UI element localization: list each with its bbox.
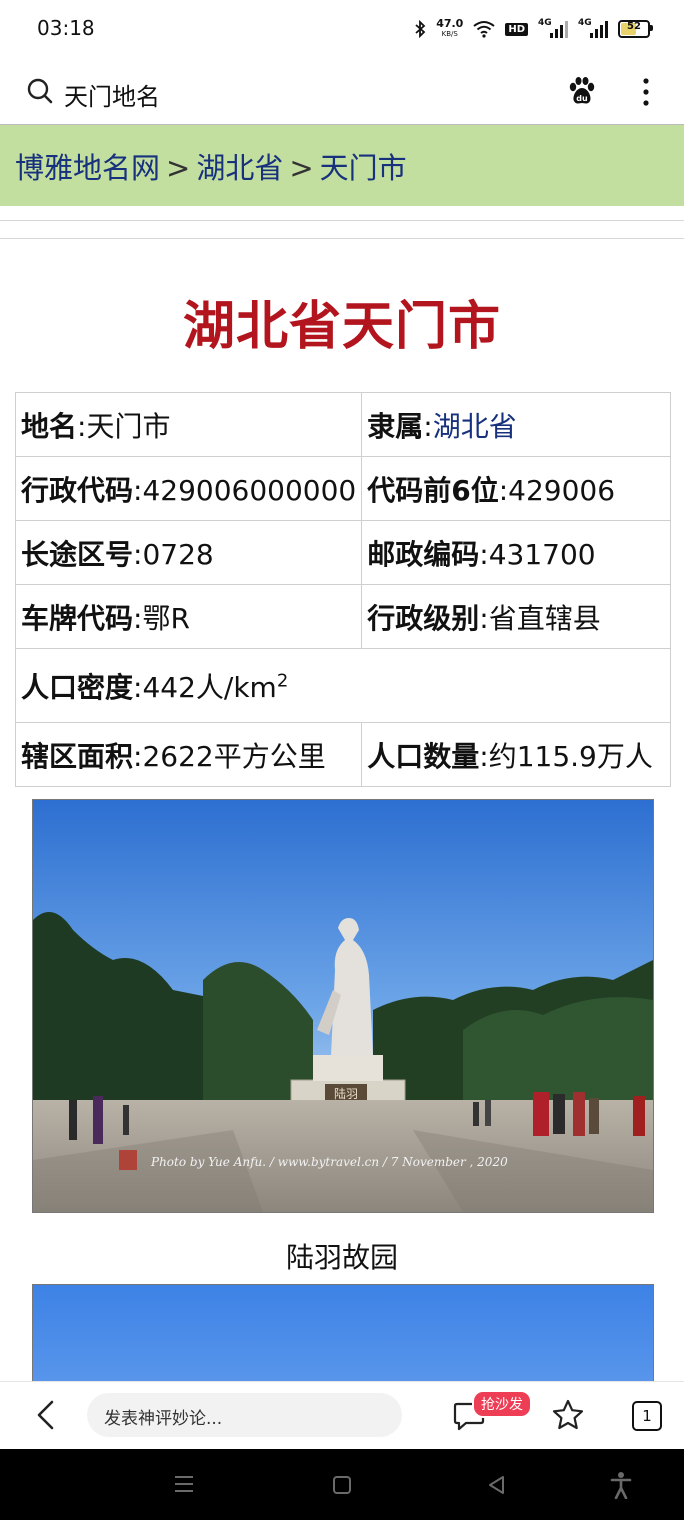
field-label: 地名: [21, 409, 78, 443]
table-cell: 代码前6位:429006: [361, 456, 671, 521]
field-value: 约115.9万人: [488, 739, 653, 773]
breadcrumb-separator: >: [166, 151, 191, 185]
table-row: 行政代码:429006000000 代码前6位:429006: [14, 456, 671, 521]
accessibility-icon[interactable]: [610, 1471, 632, 1499]
more-icon[interactable]: [636, 76, 656, 108]
field-value: 0728: [142, 537, 214, 571]
table-row: 地名:天门市 隶属:湖北省: [14, 392, 671, 457]
back-icon[interactable]: [30, 1398, 64, 1432]
field-label: 车牌代码: [21, 601, 134, 635]
field-label: 代码前6位: [367, 473, 499, 507]
star-icon[interactable]: [551, 1398, 585, 1432]
field-label: 邮政编码: [367, 537, 480, 571]
breadcrumb: 博雅地名网 > 湖北省 > 天门市: [15, 145, 407, 187]
back-nav-icon[interactable]: [487, 1475, 507, 1495]
table-cell: 隶属:湖北省: [361, 392, 671, 457]
table-row: 车牌代码:鄂R 行政级别:省直辖县: [14, 584, 671, 649]
breadcrumb-separator: >: [289, 151, 314, 185]
signal-icon: 4G: [578, 18, 608, 38]
search-icon[interactable]: [27, 78, 53, 104]
info-table: 地名:天门市 隶属:湖北省 行政代码:429006000000 代码前6位:42…: [14, 392, 671, 787]
status-time: 03:18: [37, 16, 95, 40]
field-value: 429006: [508, 473, 616, 507]
divider: [0, 238, 684, 239]
signal-icon: 4G: [538, 18, 568, 38]
field-value: 鄂R: [142, 601, 190, 635]
photo-lu-yu-garden[interactable]: 陆羽 Photo by Yue Anfu. / www.bytravel.cn …: [32, 799, 654, 1213]
table-cell: 人口密度:442人/km2: [15, 648, 671, 723]
table-cell: 地名:天门市: [14, 392, 363, 457]
photo-caption: 陆羽故园: [285, 1241, 398, 1274]
breadcrumb-link-province[interactable]: 湖北省: [196, 151, 283, 185]
table-cell: 车牌代码:鄂R: [14, 584, 363, 649]
breadcrumb-link-city[interactable]: 天门市: [320, 151, 407, 185]
page-title: 湖北省天门市: [182, 297, 501, 357]
search-query[interactable]: 天门地名: [64, 77, 160, 112]
status-bar: 03:18 47.0 KB/S HD 4G 4G 52: [0, 0, 684, 58]
breadcrumb-link-site[interactable]: 博雅地名网: [15, 151, 160, 185]
field-label: 人口数量: [367, 739, 480, 773]
baidu-paw-icon[interactable]: du: [566, 75, 598, 107]
field-value: 431700: [488, 537, 596, 571]
divider: [0, 220, 684, 221]
table-row: 辖区面积:2622平方公里 人口数量:约115.9万人: [14, 722, 671, 787]
comment-placeholder: 发表神评妙论...: [104, 1409, 223, 1429]
menu-icon[interactable]: [174, 1475, 194, 1493]
table-cell: 长途区号:0728: [14, 520, 363, 585]
photo-image: [33, 1285, 653, 1395]
field-label: 辖区面积: [21, 739, 134, 773]
comment-input[interactable]: 发表神评妙论...: [87, 1393, 402, 1437]
hd-badge: HD: [505, 22, 528, 36]
field-label: 隶属: [367, 409, 424, 443]
field-label: 人口密度: [21, 670, 134, 704]
home-icon[interactable]: [332, 1475, 352, 1495]
bottom-toolbar: 发表神评妙论... 抢沙发 1: [0, 1381, 684, 1450]
table-cell: 行政代码:429006000000: [14, 456, 363, 521]
field-label: 行政级别: [367, 601, 480, 635]
svg-text:du: du: [576, 94, 588, 103]
field-label: 长途区号: [21, 537, 134, 571]
tabs-button[interactable]: 1: [632, 1401, 662, 1431]
battery-icon: 52: [618, 20, 653, 38]
sofa-badge[interactable]: 抢沙发: [472, 1390, 532, 1418]
field-label: 行政代码: [21, 473, 134, 507]
breadcrumb-band: 博雅地名网 > 湖北省 > 天门市: [0, 124, 684, 206]
network-speed: 47.0 KB/S: [436, 17, 464, 38]
table-cell: 辖区面积:2622平方公里: [14, 722, 363, 787]
field-value: 省直辖县: [488, 601, 601, 635]
table-row: 长途区号:0728 邮政编码:431700: [14, 520, 671, 585]
province-link[interactable]: 湖北省: [433, 410, 517, 443]
search-bar[interactable]: 天门地名 du: [0, 58, 684, 124]
photo-image: 陆羽 Photo by Yue Anfu. / www.bytravel.cn …: [33, 800, 653, 1212]
status-icons: 47.0 KB/S HD 4G 4G 52: [414, 14, 653, 44]
table-cell: 人口数量:约115.9万人: [361, 722, 671, 787]
photo-second[interactable]: [32, 1284, 654, 1396]
field-value: 429006000000: [142, 473, 357, 507]
table-cell: 邮政编码:431700: [361, 520, 671, 585]
table-row: 人口密度:442人/km2: [15, 648, 671, 723]
field-value-exponent: 2: [276, 670, 289, 692]
field-value: 442人/km: [142, 670, 277, 704]
bluetooth-icon: [415, 20, 426, 38]
photo-watermark: Photo by Yue Anfu. / www.bytravel.cn / 7…: [150, 1155, 508, 1169]
wifi-icon: [473, 21, 495, 38]
field-value: 天门市: [86, 409, 171, 443]
table-cell: 行政级别:省直辖县: [361, 584, 671, 649]
system-nav-bar: [0, 1449, 684, 1520]
plaque-text: 陆羽: [334, 1086, 358, 1101]
field-value: 2622平方公里: [142, 739, 326, 773]
